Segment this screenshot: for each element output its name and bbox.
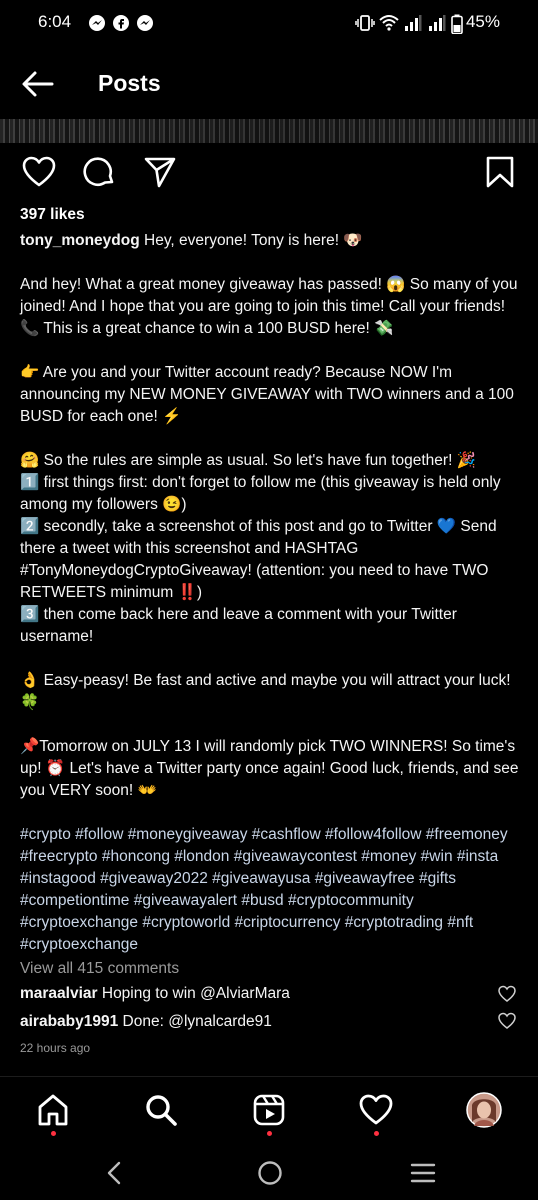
send-paper-plane-icon[interactable] [143,155,177,189]
profile-avatar[interactable] [466,1092,502,1128]
post-caption: tony_moneydog Hey, everyone! Tony is her… [20,230,520,956]
like-count[interactable]: 397 likes [20,206,85,224]
messenger-icon [137,15,153,31]
facebook-icon [113,15,129,31]
search-icon[interactable] [144,1093,178,1127]
comment-username[interactable]: airababy1991 [20,1013,118,1030]
comment-row: airababy1991 Done: @lynalcarde91 [20,1013,272,1031]
home-icon[interactable] [36,1093,70,1127]
status-time: 6:04 [38,12,72,31]
bookmark-icon[interactable] [484,155,516,189]
caption-body: And hey! What a great money giveaway has… [20,276,519,799]
system-navigation-bar [0,1146,538,1200]
view-all-comments-link[interactable]: View all 415 comments [20,960,179,978]
reels-icon[interactable] [252,1093,286,1127]
messenger-icon [89,15,105,31]
system-recents-icon[interactable] [410,1162,436,1184]
arrow-left-icon[interactable] [20,66,56,102]
activity-heart-icon[interactable] [359,1093,393,1127]
comment-text: Hoping to win @AlviarMara [97,985,290,1002]
notification-dot [267,1131,272,1136]
bottom-navigation [0,1076,538,1147]
battery-percentage: 45% [465,12,500,31]
post-timestamp: 22 hours ago [20,1041,91,1055]
post-image-overlay [0,119,538,143]
comment-like-heart-icon[interactable] [498,1012,516,1030]
notification-dot [374,1131,379,1136]
status-bar: 6:04 45% [0,0,538,46]
notification-dot [51,1131,56,1136]
caption-username[interactable]: tony_moneydog [20,232,140,249]
signal-icon [429,15,446,31]
comment-text: Done: @lynalcarde91 [118,1013,272,1030]
caption-hashtags[interactable]: #crypto #follow #moneygiveaway #cashflow… [20,826,512,953]
page-title: Posts [98,70,161,96]
wifi-icon [379,15,399,31]
caption-intro: Hey, everyone! Tony is here! 🐶 [139,232,363,249]
signal-icon [405,15,422,31]
comment-like-heart-icon[interactable] [498,985,516,1003]
battery-icon [451,14,463,34]
comment-bubble-icon[interactable] [82,155,116,189]
system-home-icon[interactable] [257,1160,283,1186]
heart-icon[interactable] [22,155,56,189]
vibrate-icon [355,15,375,31]
comment-username[interactable]: maraalviar [20,985,98,1002]
app-header: Posts [0,46,538,118]
comment-row: maraalviar Hoping to win @AlviarMara [20,985,290,1003]
system-back-icon[interactable] [104,1161,124,1185]
